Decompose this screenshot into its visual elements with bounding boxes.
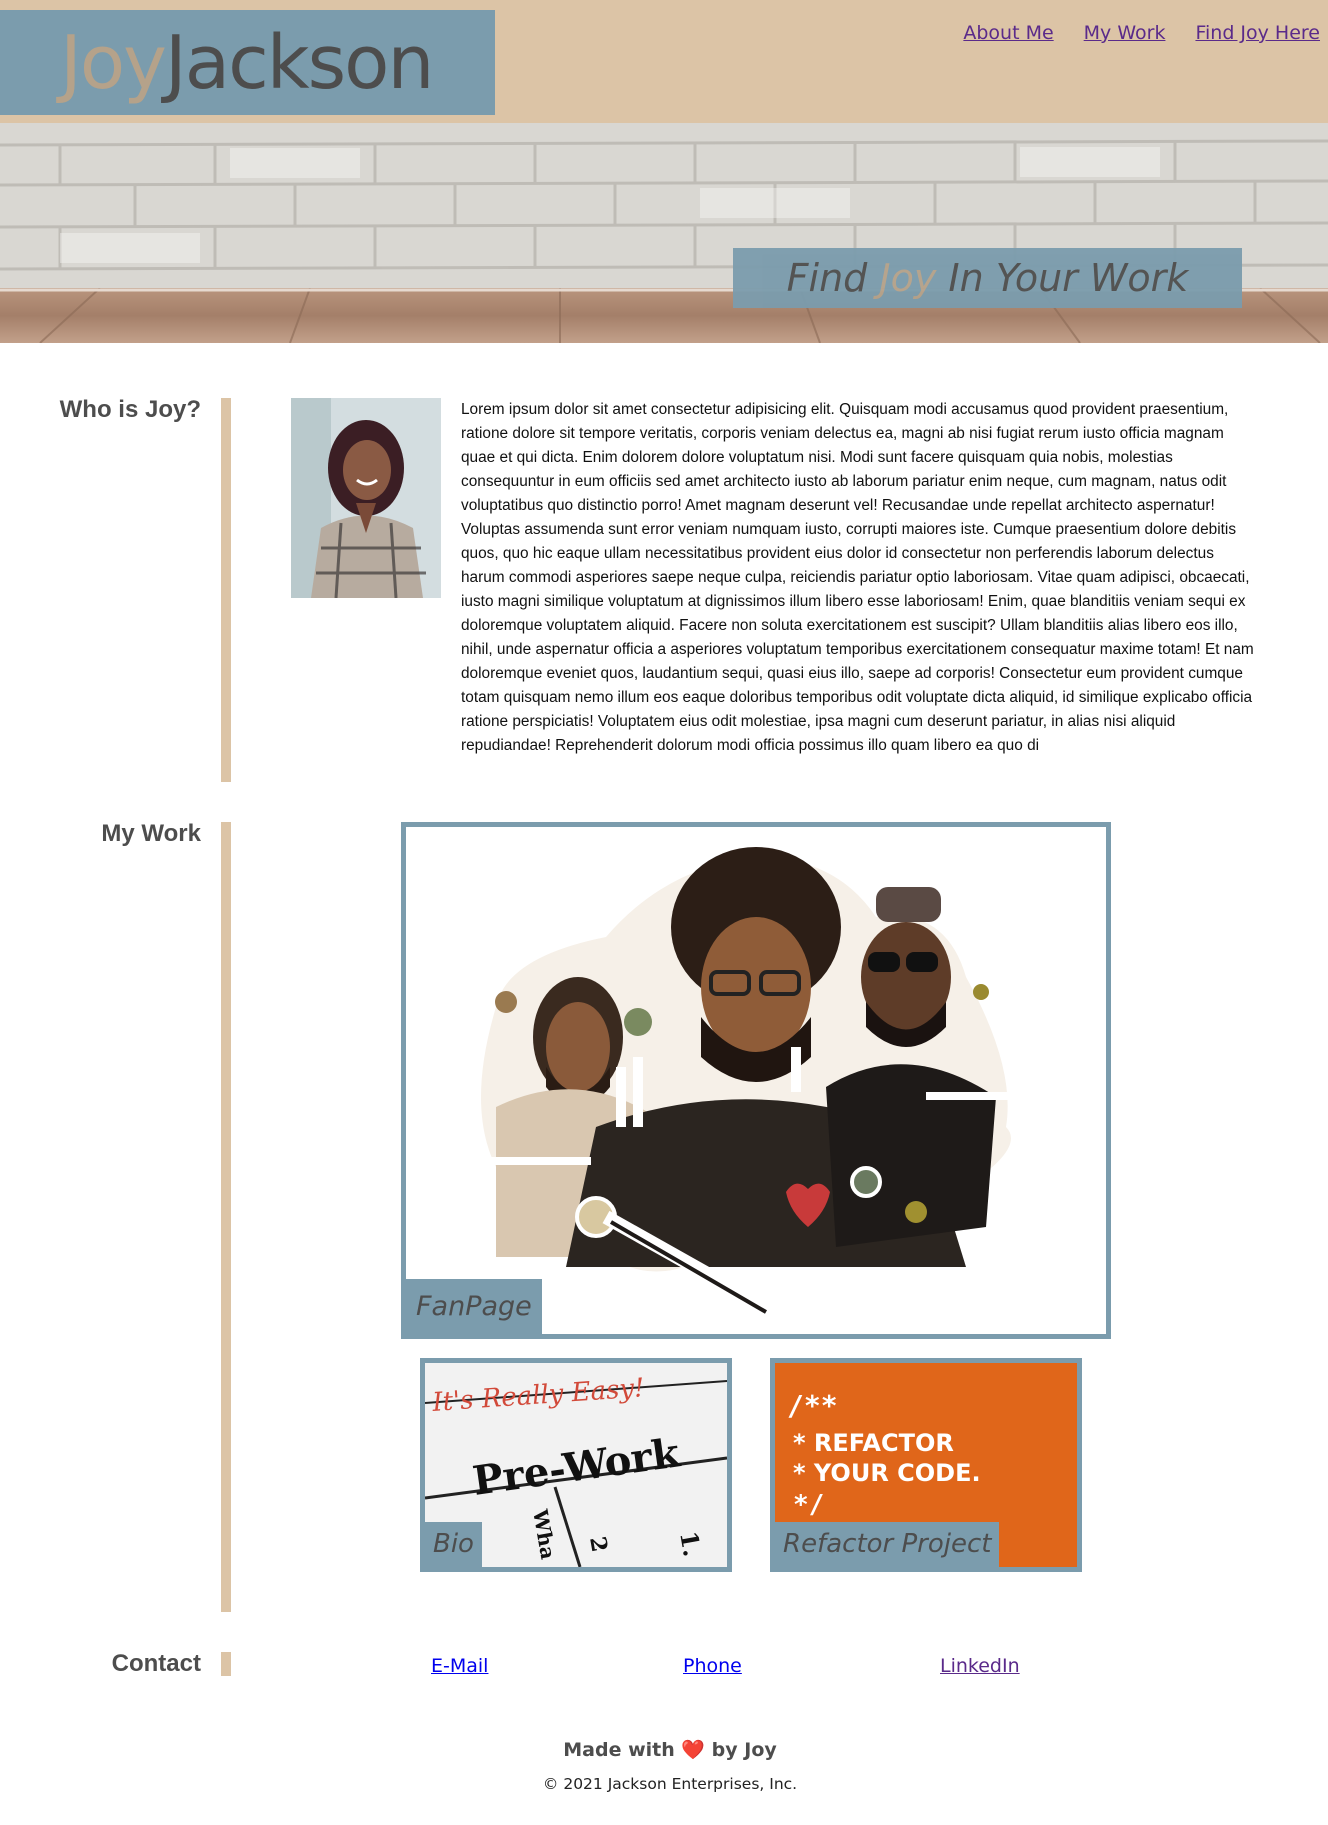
contact-accent-bar bbox=[221, 1652, 231, 1676]
project-card-refactor[interactable]: /** * REFACTOR * YOUR CODE. */ Refactor … bbox=[770, 1358, 1082, 1572]
logo-text: JoyJackson bbox=[60, 20, 434, 106]
about-heading: Who is Joy? bbox=[59, 396, 201, 423]
hero-tagline: Find Joy In Your Work bbox=[733, 248, 1242, 308]
refactor-image-line-4: */ bbox=[793, 1490, 824, 1520]
bio-image-num-1: 1. bbox=[674, 1529, 707, 1559]
footer-made-with: Made with ❤️ by Joy bbox=[0, 1738, 1328, 1761]
profile-photo bbox=[291, 398, 441, 598]
hero-tagline-start: Find bbox=[786, 256, 880, 300]
hero-tagline-box: Find Joy In Your Work bbox=[733, 248, 1242, 308]
footer-made-start: Made with bbox=[563, 1739, 682, 1761]
footer-copyright: © 2021 Jackson Enterprises, Inc. bbox=[542, 1775, 798, 1793]
logo-last-name: Jackson bbox=[164, 20, 434, 106]
heart-icon: ❤️ bbox=[681, 1739, 706, 1761]
hero-banner-image: Find Joy In Your Work bbox=[0, 123, 1328, 343]
fanpage-illustration bbox=[406, 827, 1106, 1334]
logo[interactable]: JoyJackson bbox=[0, 10, 495, 115]
project-card-bio[interactable]: It's Really Easy! Pre-Work 1. 2 Wha Bio bbox=[420, 1358, 732, 1572]
nav-find-joy-here[interactable]: Find Joy Here bbox=[1195, 22, 1320, 44]
main-nav: About Me My Work Find Joy Here bbox=[963, 22, 1320, 44]
about-paragraph: Lorem ipsum dolor sit amet consectetur a… bbox=[461, 401, 1254, 754]
about-accent-bar bbox=[221, 398, 231, 782]
fanpage-label: FanPage bbox=[406, 1279, 542, 1334]
hero-tagline-end: In Your Work bbox=[936, 256, 1189, 300]
refactor-image-line-1: /** bbox=[787, 1389, 838, 1422]
footer-made-end: by Joy bbox=[705, 1739, 777, 1761]
refactor-image-line-3: * YOUR CODE. bbox=[793, 1459, 981, 1487]
profile-photo-illustration bbox=[291, 398, 441, 598]
contact-linkedin-link[interactable]: LinkedIn bbox=[940, 1655, 1020, 1677]
contact-phone-link[interactable]: Phone bbox=[683, 1655, 742, 1677]
hero-tagline-joy: Joy bbox=[879, 256, 937, 300]
nav-about-me[interactable]: About Me bbox=[963, 22, 1053, 44]
refactor-label: Refactor Project bbox=[775, 1522, 1000, 1567]
site-header: JoyJackson About Me My Work Find Joy Her… bbox=[0, 0, 1328, 123]
refactor-image-line-2: * REFACTOR bbox=[793, 1429, 954, 1457]
logo-first-name: Joy bbox=[60, 20, 167, 106]
work-heading: My Work bbox=[101, 820, 201, 847]
work-accent-bar bbox=[221, 822, 231, 1612]
bio-label: Bio bbox=[425, 1522, 482, 1567]
contact-heading: Contact bbox=[111, 1650, 201, 1677]
nav-my-work[interactable]: My Work bbox=[1084, 22, 1166, 44]
contact-email-link[interactable]: E-Mail bbox=[431, 1655, 488, 1677]
project-card-fanpage[interactable]: FanPage bbox=[401, 822, 1111, 1339]
